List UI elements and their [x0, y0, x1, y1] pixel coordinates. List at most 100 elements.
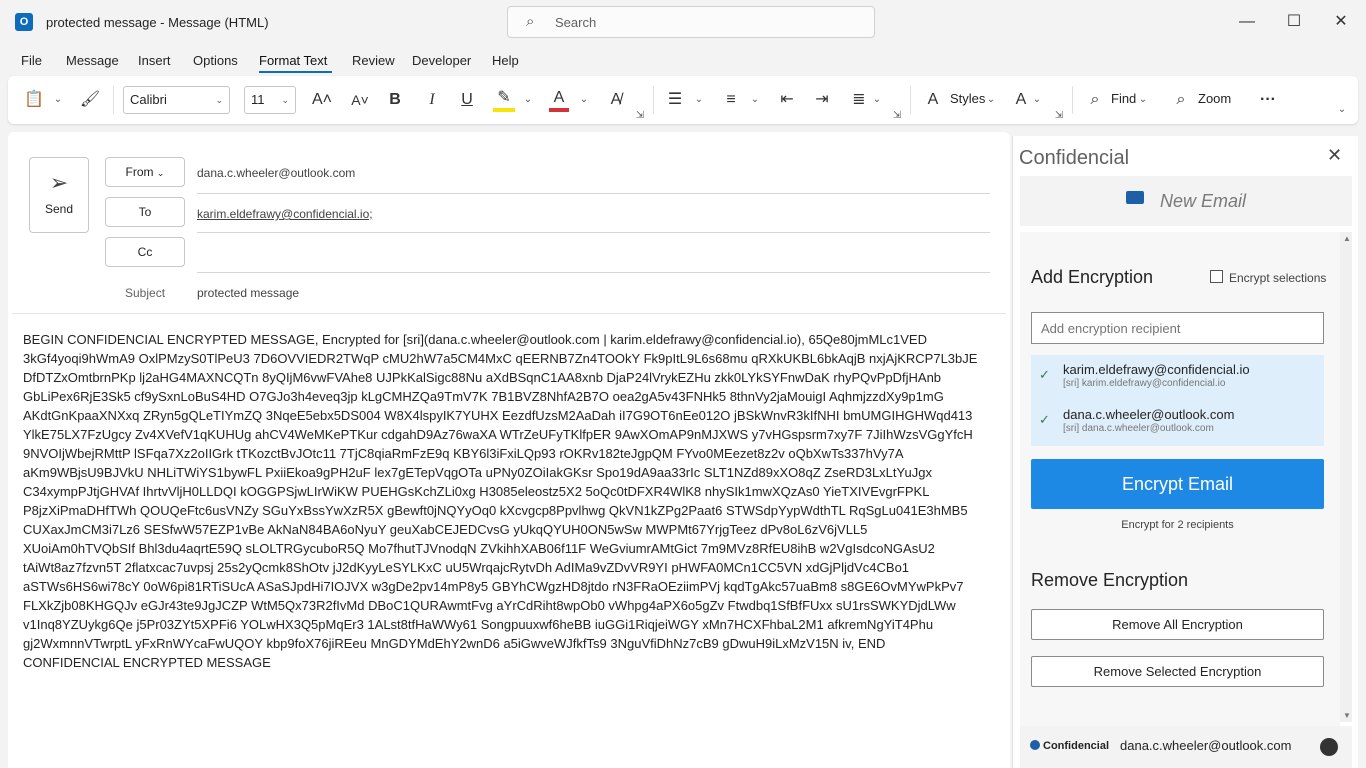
divider	[1072, 86, 1073, 114]
recipient-email: dana.c.wheeler@outlook.com	[1063, 407, 1235, 422]
styles-label[interactable]: Styles	[950, 91, 985, 106]
more-options-icon[interactable]: ···	[1256, 88, 1280, 112]
encrypt-selections-checkbox[interactable]	[1210, 270, 1223, 283]
confidencial-logo: Confidencial	[1030, 740, 1109, 752]
to-field[interactable]: karim.eldefrawy@confidencial.io;	[197, 207, 373, 221]
bullets-dropdown-icon[interactable]: ⌄	[694, 88, 704, 112]
maximize-button[interactable]: ☐	[1282, 10, 1306, 34]
font-color-icon[interactable]: A	[549, 88, 569, 112]
highlight-icon[interactable]: ✎	[493, 88, 515, 112]
from-value: dana.c.wheeler@outlook.com	[197, 166, 356, 180]
shrink-font-icon[interactable]: A˅	[349, 88, 371, 112]
panel-scrollbar[interactable]	[1340, 232, 1352, 722]
format-painter-icon[interactable]: 🖌	[78, 88, 102, 112]
styles-icon[interactable]: A	[922, 88, 944, 112]
find-label[interactable]: Find	[1111, 91, 1136, 106]
remove-all-encryption-button[interactable]: Remove All Encryption	[1031, 609, 1324, 640]
tab-developer[interactable]: Developer	[412, 53, 471, 68]
close-icon[interactable]: ✕	[1327, 145, 1342, 166]
tab-file[interactable]: File	[21, 53, 42, 68]
add-recipient-input[interactable]	[1031, 312, 1324, 344]
confidencial-panel: Confidencial ✕ New Email ▲ ▼ Add Encrypt…	[1012, 136, 1358, 768]
divider	[910, 86, 911, 114]
italic-icon[interactable]: I	[422, 88, 442, 112]
from-button[interactable]: From ⌄	[105, 157, 185, 187]
message-body[interactable]: BEGIN CONFIDENCIAL ENCRYPTED MESSAGE, En…	[23, 330, 978, 672]
tab-review[interactable]: Review	[352, 53, 395, 68]
cc-button[interactable]: Cc	[105, 237, 185, 267]
find-dropdown-icon[interactable]: ⌄	[1138, 88, 1148, 112]
remove-selected-encryption-button[interactable]: Remove Selected Encryption	[1031, 656, 1324, 687]
tab-format-text[interactable]: Format Text	[259, 53, 327, 68]
tab-options[interactable]: Options	[193, 53, 238, 68]
align-icon[interactable]: ≣	[848, 88, 870, 112]
search-box[interactable]: ⌕ Search	[507, 6, 875, 38]
search-icon: ⌕	[526, 13, 535, 30]
text-effects-icon[interactable]: A	[1010, 88, 1032, 112]
to-button[interactable]: To	[105, 197, 185, 227]
text-effects-dropdown-icon[interactable]: ⌄	[1032, 88, 1042, 112]
bold-icon[interactable]: B	[385, 88, 405, 112]
encrypt-email-button[interactable]: Encrypt Email	[1031, 459, 1324, 509]
clear-formatting-icon[interactable]: A̸	[605, 88, 627, 112]
close-window-button[interactable]: ✕	[1329, 10, 1353, 34]
highlight-dropdown-icon[interactable]: ⌄	[523, 88, 533, 112]
chevron-down-icon: ⌄	[215, 95, 223, 105]
recipient-list: ✓ karim.eldefrawy@confidencial.io [sri] …	[1031, 355, 1324, 446]
send-label: Send	[44, 202, 74, 216]
find-icon[interactable]: ⌕	[1084, 88, 1106, 112]
encrypt-selections-label[interactable]: Encrypt selections	[1229, 271, 1326, 285]
font-name-value: Calibri	[130, 92, 167, 107]
account-avatar-icon[interactable]	[1320, 738, 1338, 756]
minimize-button[interactable]: —	[1235, 10, 1259, 34]
divider	[113, 86, 114, 114]
chevron-down-icon: ⌄	[156, 168, 165, 178]
styles-dropdown-icon[interactable]: ⌄	[986, 88, 996, 112]
font-size-value: 11	[251, 92, 265, 107]
align-dropdown-icon[interactable]: ⌄	[872, 88, 882, 112]
checkmark-icon: ✓	[1039, 412, 1050, 427]
list-item[interactable]: ✓ dana.c.wheeler@outlook.com [sri] dana.…	[1031, 400, 1324, 444]
paragraph-dialog-launcher-icon[interactable]: ⇲	[892, 104, 902, 128]
zoom-label[interactable]: Zoom	[1198, 91, 1231, 106]
numbering-dropdown-icon[interactable]: ⌄	[750, 88, 760, 112]
checkmark-icon: ✓	[1039, 367, 1050, 382]
list-item[interactable]: ✓ karim.eldefrawy@confidencial.io [sri] …	[1031, 355, 1324, 399]
tab-insert[interactable]: Insert	[138, 53, 171, 68]
numbering-icon[interactable]: ≡	[720, 88, 742, 112]
scroll-up-icon[interactable]: ▲	[1343, 234, 1351, 243]
font-color-dropdown-icon[interactable]: ⌄	[579, 88, 589, 112]
compose-area: ➢ Send From ⌄ dana.c.wheeler@outlook.com…	[8, 132, 1010, 768]
field-divider	[197, 193, 990, 194]
bullets-icon[interactable]: ☰	[664, 88, 686, 112]
font-size-select[interactable]: 11 ⌄	[244, 86, 296, 114]
logo-text: Confidencial	[1043, 740, 1110, 752]
paste-icon[interactable]: 📋	[22, 88, 46, 112]
subject-field[interactable]: protected message	[197, 286, 299, 300]
panel-title: Confidencial	[1019, 147, 1130, 169]
panel-footer: Confidencial dana.c.wheeler@outlook.com	[1020, 726, 1352, 768]
decrease-indent-icon[interactable]: ⇤	[776, 88, 798, 112]
tab-message[interactable]: Message	[66, 53, 119, 68]
grow-font-icon[interactable]: A˄	[311, 88, 333, 112]
increase-indent-icon[interactable]: ⇥	[811, 88, 833, 112]
font-dialog-launcher-icon[interactable]: ⇲	[635, 104, 645, 128]
send-button[interactable]: ➢ Send	[29, 157, 89, 233]
add-encryption-heading: Add Encryption	[1031, 267, 1154, 287]
ribbon-collapse-icon[interactable]: ⌄	[1336, 98, 1348, 122]
remove-encryption-heading: Remove Encryption	[1031, 570, 1189, 590]
paste-dropdown-icon[interactable]: ⌄	[53, 88, 63, 112]
logo-mark-icon	[1030, 740, 1040, 750]
font-name-select[interactable]: Calibri ⌄	[123, 86, 230, 114]
tab-help[interactable]: Help	[492, 53, 519, 68]
chevron-down-icon: ⌄	[281, 95, 289, 105]
underline-icon[interactable]: U	[457, 88, 477, 112]
zoom-icon[interactable]: ⌕	[1170, 88, 1192, 112]
new-email-header: New Email	[1020, 176, 1352, 226]
encrypt-recipient-count: Encrypt for 2 recipients	[1121, 519, 1234, 531]
scroll-down-icon[interactable]: ▼	[1343, 711, 1351, 720]
title-bar: O protected message - Message (HTML) ⌕ S…	[0, 0, 1366, 44]
styles-dialog-launcher-icon[interactable]: ⇲	[1054, 104, 1064, 128]
window-title: protected message - Message (HTML)	[46, 15, 269, 30]
recipient-sri: [sri] karim.eldefrawy@confidencial.io	[1063, 378, 1226, 389]
